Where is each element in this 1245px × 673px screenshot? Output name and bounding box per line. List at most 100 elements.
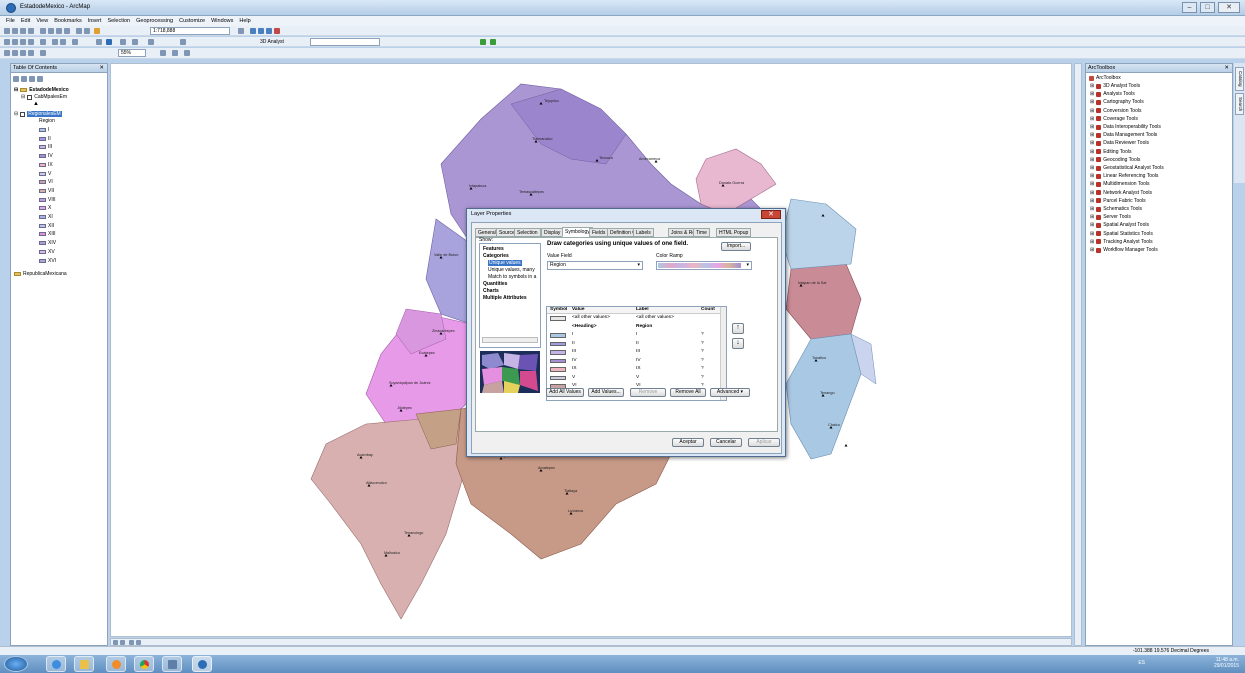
color-ramp-select[interactable]: ▾ [656, 261, 752, 270]
show-unique-values-many[interactable]: Unique values, many [488, 267, 535, 273]
toc-class-item[interactable]: V [39, 171, 51, 177]
toc-layer-regionales[interactable]: ⊟ RegionalesEM [14, 111, 62, 117]
layout-100-icon[interactable] [40, 50, 46, 56]
toolbox-item[interactable]: ⊞ Server Tools [1090, 214, 1131, 220]
arctoolbox-icon[interactable] [274, 28, 280, 34]
toc-class-item[interactable]: XVI [39, 258, 56, 264]
collapse-icon[interactable]: ⊟ [14, 111, 18, 117]
toc-class-item[interactable]: XIII [39, 231, 56, 237]
toc-class-item[interactable]: VII [39, 188, 54, 194]
taskbar-arcmap[interactable] [192, 656, 212, 672]
toc-class-item[interactable]: XI [39, 214, 53, 220]
menu-windows[interactable]: Windows [211, 16, 233, 26]
value-row[interactable]: IV IV? [547, 358, 726, 365]
toolbox-item[interactable]: ⊞ Workflow Manager Tools [1090, 247, 1158, 253]
tab-html-popup[interactable]: HTML Popup [716, 228, 752, 237]
back-icon[interactable] [52, 39, 58, 45]
col-count-header[interactable]: Count [701, 307, 715, 314]
tab-selection[interactable]: Selection [514, 228, 541, 237]
fixed-zoom-icon[interactable] [40, 39, 46, 45]
toc-layer-cabmpales[interactable]: ⊟ CabMpalesEm [21, 94, 67, 100]
layout-zoom-in-icon[interactable] [4, 50, 10, 56]
expand-icon[interactable]: ⊞ [1090, 214, 1094, 220]
toc-class-item[interactable]: VIII [39, 197, 56, 203]
tab-labels[interactable]: Labels [633, 228, 654, 237]
menu-bookmarks[interactable]: Bookmarks [54, 16, 82, 26]
minimize-button[interactable]: – [1182, 2, 1197, 13]
menu-view[interactable]: View [36, 16, 48, 26]
menu-help[interactable]: Help [239, 16, 250, 26]
expand-icon[interactable]: ⊞ [1090, 231, 1094, 237]
expand-icon[interactable]: ⊞ [1090, 83, 1094, 89]
expand-icon[interactable]: ⊞ [1090, 132, 1094, 138]
print-icon[interactable] [28, 28, 34, 34]
taskbar-chrome[interactable] [134, 656, 154, 672]
catalog-tab[interactable]: Catalog [1235, 67, 1244, 91]
expand-icon[interactable]: ⊞ [1090, 198, 1094, 204]
expand-icon[interactable]: ⊞ [1090, 181, 1094, 187]
scale-input[interactable]: 1:718,888 [150, 27, 230, 35]
toggle-draft-icon[interactable] [160, 50, 166, 56]
binoculars-icon[interactable] [148, 39, 154, 45]
toolbox-item[interactable]: ⊞ Conversion Tools [1090, 108, 1141, 114]
toolbox-item[interactable]: ⊞ Tracking Analyst Tools [1090, 239, 1153, 245]
taskbar-media[interactable] [106, 656, 126, 672]
pan-icon[interactable] [20, 39, 26, 45]
refresh-icon[interactable] [129, 640, 134, 645]
col-label-header[interactable]: Label [636, 307, 649, 314]
table-icon[interactable] [250, 28, 256, 34]
list-by-drawing-order-icon[interactable] [13, 76, 19, 82]
show-features[interactable]: Features [483, 246, 504, 252]
toc-close-icon[interactable]: ✕ [99, 64, 104, 73]
expand-icon[interactable]: ⊞ [1090, 165, 1094, 171]
import-button[interactable]: Import... [721, 242, 751, 251]
list-by-source-icon[interactable] [21, 76, 27, 82]
value-row[interactable]: <all other values> <all other values> [547, 315, 726, 322]
pause-drawing-icon[interactable] [136, 640, 141, 645]
toolbox-item[interactable]: ⊞ 3D Analyst Tools [1090, 83, 1140, 89]
toolbox-item[interactable]: ⊞ Data Reviewer Tools [1090, 140, 1149, 146]
search-tab[interactable]: Search [1235, 93, 1244, 115]
collapse-icon[interactable]: ⊟ [21, 94, 25, 100]
toc-class-item[interactable]: III [39, 144, 52, 150]
menu-file[interactable]: File [6, 16, 15, 26]
toolbox-item[interactable]: ⊞ Analysis Tools [1090, 91, 1135, 97]
ok-button[interactable]: Aceptar [672, 438, 704, 447]
menu-customize[interactable]: Customize [179, 16, 205, 26]
toolbox-item[interactable]: ⊞ Data Management Tools [1090, 132, 1157, 138]
remove-all-button[interactable]: Remove All [670, 388, 706, 397]
symbol-swatch[interactable] [550, 367, 566, 372]
expand-icon[interactable]: ⊞ [1090, 124, 1094, 130]
toolbox-item[interactable]: ⊞ Editing Tools [1090, 149, 1131, 155]
expand-icon[interactable]: ⊞ [1090, 108, 1094, 114]
toolbox-item[interactable]: ⊞ Spatial Statistics Tools [1090, 231, 1153, 237]
copy-icon[interactable] [48, 28, 54, 34]
show-list-hscrollbar[interactable] [482, 337, 538, 343]
toc-class-item[interactable]: IV [39, 153, 53, 159]
add-data-icon[interactable] [94, 28, 100, 34]
expand-icon[interactable]: ⊞ [1090, 247, 1094, 253]
toolbox-item[interactable]: ⊞ Parcel Fabric Tools [1090, 198, 1146, 204]
region-east-red-polygon[interactable] [785, 263, 862, 340]
system-clock[interactable]: 11:48 a.m. 29/01/2015 [1214, 657, 1239, 669]
layer-visibility-checkbox[interactable] [27, 94, 33, 100]
dialog-close-button[interactable]: ✕ [761, 210, 781, 219]
expand-icon[interactable]: ⊞ [1090, 157, 1094, 163]
open-icon[interactable] [12, 28, 18, 34]
arctoolbox-root[interactable]: ArcToolbox [1089, 75, 1121, 81]
arcscene-icon[interactable] [490, 39, 496, 45]
expand-icon[interactable]: ⊞ [1090, 99, 1094, 105]
remove-button[interactable]: Remove [630, 388, 666, 397]
toc-layer-republica[interactable]: RepublicaMexicana [14, 271, 67, 277]
symbol-swatch[interactable] [550, 358, 566, 363]
toc-class-item[interactable]: XII [39, 223, 54, 229]
measure-icon[interactable] [132, 39, 138, 45]
cut-icon[interactable] [40, 28, 46, 34]
values-table-scrollbar[interactable] [720, 307, 726, 400]
expand-icon[interactable]: ⊞ [1090, 149, 1094, 155]
layout-icon[interactable] [180, 39, 186, 45]
toc-class-item[interactable]: X [39, 205, 51, 211]
expand-icon[interactable]: ⊞ [1090, 91, 1094, 97]
expand-icon[interactable]: ⊞ [1090, 173, 1094, 179]
menu-selection[interactable]: Selection [107, 16, 130, 26]
